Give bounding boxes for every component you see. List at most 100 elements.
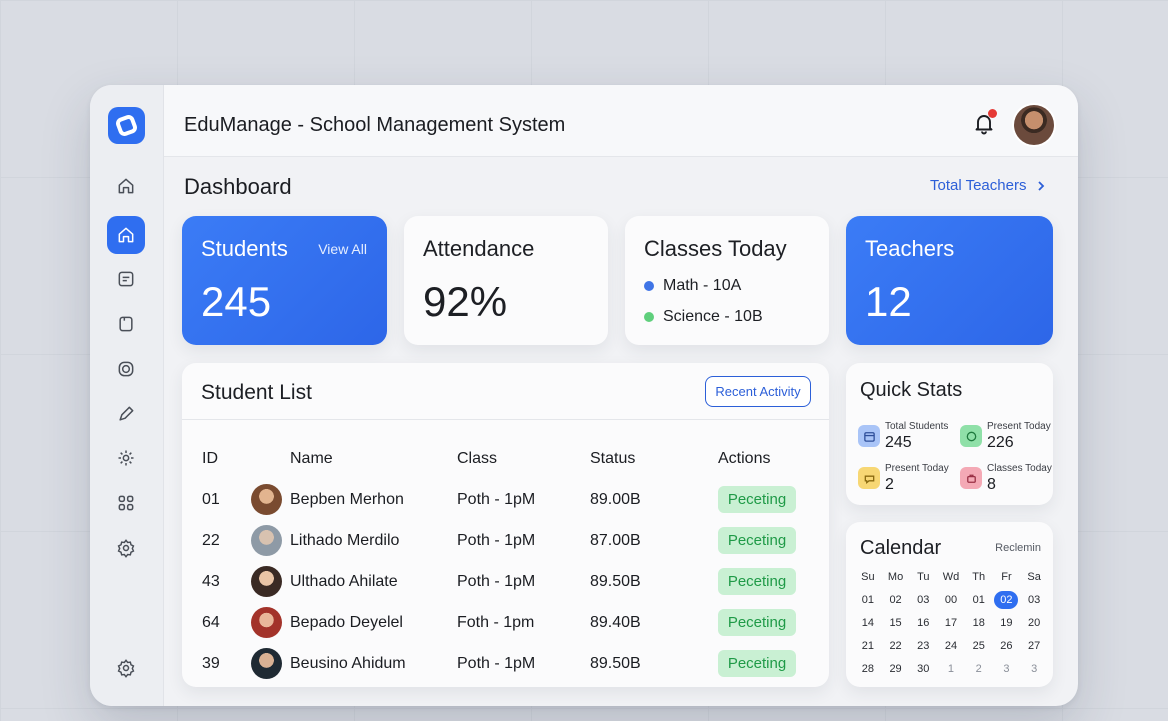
user-avatar[interactable]: [1014, 105, 1054, 145]
column-header-actions[interactable]: Actions: [718, 450, 770, 468]
calendar-weekday: Mo: [887, 571, 904, 583]
calendar-day[interactable]: 25: [965, 636, 993, 656]
calendar-grid: Su Mo Tu Wd Th Fr Sa 01 02 03 00 01 02 03 14 15 16 17 18 19…: [854, 567, 1048, 679]
calendar-day[interactable]: 03: [1020, 590, 1048, 610]
sidebar-item-dashboard[interactable]: [107, 216, 145, 254]
sidebar: [90, 85, 164, 706]
app-logo[interactable]: [108, 107, 145, 144]
calendar-day[interactable]: 02: [993, 590, 1021, 610]
check-circle-icon: [960, 425, 982, 447]
table-row[interactable]: 01 Bepben Merhon Poth - 1pM 89.00B Pecet…: [182, 479, 829, 520]
student-list-panel: Student List Recent Activity ID Name Cla…: [182, 363, 829, 687]
sidebar-item-bottom-settings[interactable]: [107, 649, 145, 687]
calendar-selected-day[interactable]: 02: [994, 591, 1019, 609]
calendar-day[interactable]: 19: [993, 613, 1021, 633]
quick-stat-classes-today: Classes Today 8: [960, 463, 1060, 503]
calendar-weekday: Sa: [1027, 571, 1041, 583]
table-row[interactable]: 22 Lithado Merdilo Poth - 1pM 87.00B Pec…: [182, 520, 829, 561]
view-all-link[interactable]: View All: [318, 241, 367, 257]
table-row[interactable]: 39 Beusino Ahidum Poth - 1pM 89.50B Pece…: [182, 643, 829, 684]
action-badge[interactable]: Peceting: [718, 650, 796, 677]
calendar-day[interactable]: 01: [965, 590, 993, 610]
quick-stat-value: 245: [885, 434, 912, 451]
sidebar-item-settings[interactable]: [107, 439, 145, 477]
action-badge[interactable]: Peceting: [718, 527, 796, 554]
sidebar-item-gear[interactable]: [107, 529, 145, 567]
action-badge[interactable]: Peceting: [718, 486, 796, 513]
logo-mark-icon: [114, 113, 139, 138]
calendar-day[interactable]: 18: [965, 613, 993, 633]
row-id: 39: [202, 655, 220, 672]
avatar: [251, 566, 282, 597]
calendar-title: Calendar: [860, 537, 942, 559]
attendance-card[interactable]: Attendance 92%: [404, 216, 608, 345]
calendar-day[interactable]: 01: [854, 590, 882, 610]
sidebar-item-home[interactable]: [107, 167, 145, 205]
calendar-day[interactable]: 2: [965, 659, 993, 679]
app-title: EduManage - School Management System: [184, 114, 566, 136]
calendar-day[interactable]: 3: [993, 659, 1021, 679]
row-status: 89.50B: [590, 655, 641, 672]
row-class: Poth - 1pM: [457, 573, 536, 590]
quick-stat-value: 226: [987, 434, 1014, 451]
notification-dot: [988, 109, 997, 118]
sidebar-item-edit[interactable]: [107, 395, 145, 433]
sidebar-item-gradebook[interactable]: [107, 260, 145, 298]
table-row[interactable]: 64 Bepado Deyelel Foth - 1pm 89.40B Pece…: [182, 602, 829, 643]
quick-stat-value: 8: [987, 476, 996, 493]
calendar-day[interactable]: 21: [854, 636, 882, 656]
calendar-day[interactable]: 29: [882, 659, 910, 679]
row-name: Ulthado Ahilate: [290, 573, 398, 590]
sidebar-item-documents[interactable]: [107, 305, 145, 343]
calendar-day[interactable]: 22: [882, 636, 910, 656]
column-header-name[interactable]: Name: [290, 450, 333, 468]
quick-stat-value: 2: [885, 476, 894, 493]
teachers-card[interactable]: Teachers 12: [846, 216, 1053, 345]
calendar-day[interactable]: 24: [937, 636, 965, 656]
column-header-id[interactable]: ID: [202, 450, 218, 468]
row-name: Bepado Deyelel: [290, 614, 403, 631]
chat-icon: [858, 467, 880, 489]
row-status: 89.40B: [590, 614, 641, 631]
teachers-card-title: Teachers: [865, 236, 955, 261]
action-badge[interactable]: Peceting: [718, 609, 796, 636]
calendar-day[interactable]: 15: [882, 613, 910, 633]
calendar-day[interactable]: 1: [937, 659, 965, 679]
calendar-day[interactable]: 3: [1020, 659, 1048, 679]
page-title: Dashboard: [184, 174, 292, 199]
recent-activity-button[interactable]: Recent Activity: [705, 376, 811, 407]
calendar-day[interactable]: 17: [937, 613, 965, 633]
total-teachers-link[interactable]: Total Teachers: [930, 177, 1046, 194]
table-row[interactable]: 43 Ulthado Ahilate Poth - 1pM 89.50B Pec…: [182, 561, 829, 602]
sidebar-item-apps[interactable]: [107, 484, 145, 522]
calendar-day[interactable]: 27: [1020, 636, 1048, 656]
row-id: 64: [202, 614, 220, 631]
calendar-day[interactable]: 02: [882, 590, 910, 610]
column-header-status[interactable]: Status: [590, 450, 635, 468]
action-badge[interactable]: Peceting: [718, 568, 796, 595]
calendar-weekday: Su: [861, 571, 875, 583]
calendar-day[interactable]: 26: [993, 636, 1021, 656]
calendar-day[interactable]: 20: [1020, 613, 1048, 633]
calendar-panel: Calendar Reclemin Su Mo Tu Wd Th Fr Sa 01 02 03 00…: [846, 522, 1053, 687]
calendar-subtitle[interactable]: Reclemin: [995, 542, 1041, 554]
calendar-day[interactable]: 30: [909, 659, 937, 679]
calendar-day[interactable]: 23: [909, 636, 937, 656]
students-card[interactable]: Students View All 245: [182, 216, 387, 345]
calendar-weekday: Tu: [917, 571, 930, 583]
class-item: Science - 10B: [644, 308, 763, 326]
home-icon: [118, 178, 134, 194]
quick-stat-label: Present Today: [885, 463, 949, 474]
column-header-class[interactable]: Class: [457, 450, 497, 468]
calendar-day[interactable]: 00: [937, 590, 965, 610]
calendar-day[interactable]: 14: [854, 613, 882, 633]
calendar-day[interactable]: 28: [854, 659, 882, 679]
class-dot-icon: [644, 312, 654, 322]
calendar-weekday: Fr: [1001, 571, 1012, 583]
row-status: 89.00B: [590, 491, 641, 508]
calendar-day[interactable]: 16: [909, 613, 937, 633]
classroom-icon: [960, 467, 982, 489]
classes-today-card[interactable]: Classes Today Math - 10A Science - 10B: [625, 216, 829, 345]
calendar-day[interactable]: 03: [909, 590, 937, 610]
sidebar-item-badges[interactable]: [107, 350, 145, 388]
